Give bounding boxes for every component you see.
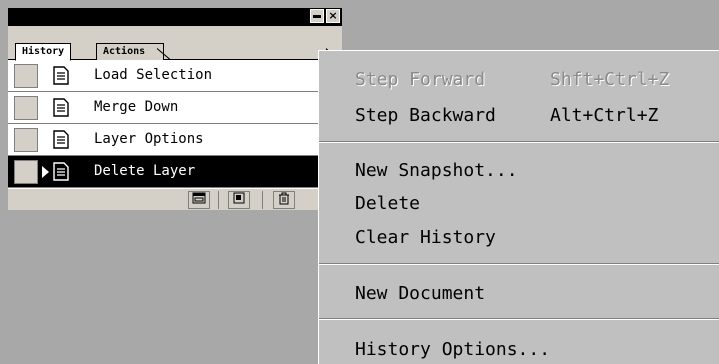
menu-item-label: New Snapshot... [355,160,518,181]
history-palette: × History Actions Load Selection Merge D… [8,8,342,364]
history-state-row[interactable]: Layer Options [8,124,320,156]
menu-item-delete[interactable]: Delete [355,193,420,215]
minimize-button[interactable] [310,9,324,23]
history-brush-source-box[interactable] [14,96,38,120]
menu-item-clear-history[interactable]: Clear History [355,227,496,249]
history-state-icon [53,66,69,85]
history-state-row[interactable]: Merge Down [8,92,320,124]
tab-history[interactable]: History [15,43,72,61]
history-state-icon [53,162,69,181]
background-strip [342,8,719,50]
menu-item-label: Clear History [355,227,496,248]
menu-item-label: Delete [355,193,421,214]
trash-icon[interactable] [273,191,295,209]
palette-titlebar: × [8,8,342,26]
history-brush-source-box[interactable] [14,64,38,88]
new-snapshot-icon[interactable] [188,191,210,209]
menu-item-label: History Options... [355,339,551,360]
menu-item-label: New Document [355,283,486,304]
history-state-list: Load Selection Merge Down Layer Options … [8,60,320,188]
history-flyout-menu: Step Forward Shft+Ctrl+Z Step Backward A… [318,50,719,364]
history-state-row[interactable]: Load Selection [8,60,320,92]
history-state-label: Merge Down [94,99,179,115]
menu-separator [319,318,719,320]
menu-item-shortcut: Shft+Ctrl+Z [550,69,670,90]
menu-item-label: Step Backward [355,105,496,126]
history-state-label: Layer Options [94,131,204,147]
menu-item-step-forward[interactable]: Step Forward Shft+Ctrl+Z [355,69,669,91]
menu-separator [319,263,719,265]
menu-item-label: Step Forward [355,69,486,90]
history-state-row-selected[interactable]: Delete Layer [8,156,320,188]
footer-divider [262,191,263,209]
current-state-marker-icon[interactable] [42,166,49,178]
history-state-icon [53,130,69,149]
history-brush-source-box[interactable] [14,128,38,152]
history-state-icon [53,98,69,117]
history-brush-source-box[interactable] [14,160,38,184]
menu-item-new-document[interactable]: New Document [355,283,485,305]
tab-actions[interactable]: Actions [96,43,165,60]
history-state-label: Delete Layer [94,163,196,179]
history-state-label: Load Selection [94,67,213,83]
menu-item-shortcut: Alt+Ctrl+Z [550,105,659,126]
menu-item-history-options[interactable]: History Options... [355,339,550,361]
menu-item-new-snapshot[interactable]: New Snapshot... [355,160,518,182]
palette-footer [8,188,320,210]
menu-separator [319,141,719,143]
footer-divider [218,191,219,209]
menu-item-step-backward[interactable]: Step Backward Alt+Ctrl+Z [355,105,658,127]
close-button[interactable]: × [326,9,340,23]
palette-tab-row: History Actions [8,26,342,61]
new-document-icon[interactable] [228,191,250,209]
